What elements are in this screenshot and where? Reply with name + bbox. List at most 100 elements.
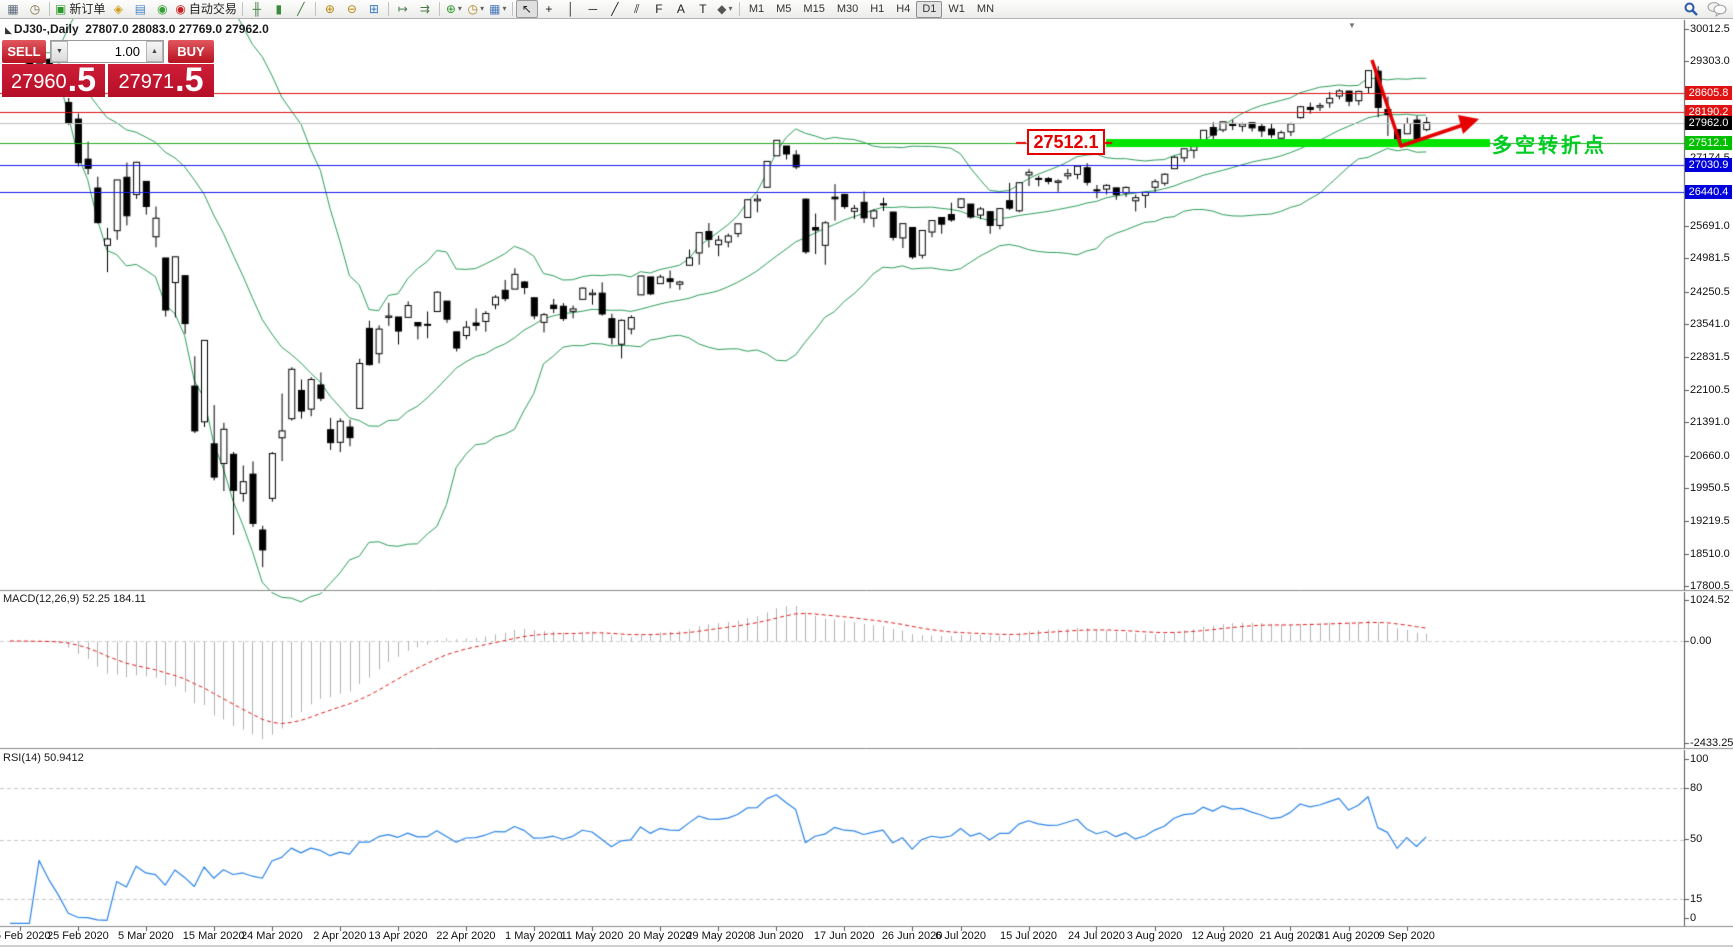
macd-tick-label: -2433.25 [1690, 737, 1733, 749]
autotrading-button[interactable]: ◉ 自动交易 [173, 0, 239, 18]
hline-tool[interactable]: ─ [582, 0, 604, 18]
date-tick-label: 2 Apr 2020 [313, 930, 367, 942]
chart-shift-marker-icon[interactable]: ▼ [1348, 21, 1356, 30]
date-tick-label: 3 Aug 2020 [1126, 930, 1183, 942]
search-icon[interactable] [1683, 1, 1699, 17]
date-tick-label: 15 Jul 2020 [1000, 930, 1057, 942]
note-annotation: 多空转折点 [1492, 135, 1607, 157]
timeframe-w1[interactable]: W1 [942, 1, 971, 18]
sell-price-pips: .5 [67, 61, 96, 99]
date-tick-label: 8 Jun 2020 [749, 930, 804, 942]
date-tick-label: 17 Jun 2020 [813, 930, 875, 942]
zoom-out-icon[interactable]: ⊖ [341, 0, 363, 18]
text-tool[interactable]: A [670, 0, 692, 18]
line-chart-icon[interactable]: ╱ [290, 0, 312, 18]
market-watch-icon[interactable]: ◈ [107, 0, 129, 18]
candlestick-chart-icon[interactable]: ▮ [268, 0, 290, 18]
chart-info-line: ◣ DJ30-,Daily 27807.0 28083.0 27769.0 279… [5, 22, 269, 36]
price-tick-label: 24981.5 [1690, 252, 1730, 265]
date-tick-label: 5 Mar 2020 [117, 930, 174, 942]
data-window-icon[interactable]: ▤ [129, 0, 151, 18]
date-tick-label: 24 Jul 2020 [1067, 930, 1125, 942]
main-toolbar: ▦ ◷ ▣ 新订单 ◈ ▤ ◉ ◉ 自动交易 ╫ ▮ ╱ ⊕ ⊖ ⊞ ↦ ⇉ ⊕ ▾ ◷ ▾ ▦ ▾ ↖ + │ ─ ╱ ⫽ F A T ◆ ▾ M… [0, 0, 1733, 19]
timeframe-m1[interactable]: M1 [743, 1, 770, 18]
profiles-icon[interactable]: ◷ [24, 0, 46, 18]
mt4-window: { "toolbar": { "groups": [ [ {"name":"ne… [0, 0, 1733, 947]
sell-price-main: 27960 [11, 71, 67, 93]
volume-value[interactable]: 1.00 [68, 41, 146, 62]
timeframe-h4[interactable]: H4 [890, 1, 916, 18]
date-tick-label: 29 May 2020 [686, 930, 750, 942]
date-tick-label: 25 Feb 2020 [47, 930, 109, 942]
date-tick-label: 9 Sep 2020 [1378, 930, 1435, 942]
price-tick-label: 22831.5 [1690, 350, 1730, 363]
buy-price[interactable]: 27971.5 [108, 61, 214, 99]
price-tick-label: 29303.0 [1690, 55, 1730, 68]
navigator-icon[interactable]: ◉ [151, 0, 173, 18]
date-tick-label: 6 Jul 2020 [935, 930, 986, 942]
auto-scroll-icon[interactable]: ↦ [392, 0, 414, 18]
toolbar-separator [314, 2, 316, 16]
level-price-label: 27962.0 [1685, 115, 1732, 130]
date-tick-label: 1 May 2020 [505, 930, 563, 942]
zoom-in-icon[interactable]: ⊕ [319, 0, 341, 18]
date-tick-label: 24 Mar 2020 [241, 930, 303, 942]
timeframe-h1[interactable]: H1 [864, 1, 890, 18]
timeframe-d1[interactable]: D1 [916, 0, 943, 18]
price-tick-label: 22100.5 [1690, 383, 1730, 396]
bar-chart-icon[interactable]: ╫ [246, 0, 268, 18]
rsi-tick-label: 50 [1690, 833, 1703, 845]
crosshair-tool[interactable]: + [538, 0, 560, 18]
vline-tool[interactable]: │ [560, 0, 582, 18]
level-price-label: 27512.1 [1685, 136, 1732, 151]
timeframe-mn[interactable]: MN [971, 1, 1000, 18]
price-tick-label: 19950.5 [1690, 481, 1730, 494]
cursor-tool[interactable]: ↖ [515, 0, 538, 18]
buy-button[interactable]: BUY [168, 40, 214, 63]
date-tick-label: 26 Jun 2020 [881, 930, 943, 942]
indicators-icon[interactable]: ⊕ ▾ [443, 0, 465, 18]
toolbar-separator [49, 2, 50, 16]
date-tick-label: 31 Aug 2020 [1317, 930, 1380, 942]
toolbar-separator [387, 2, 389, 16]
rsi-tick-label: 100 [1690, 753, 1709, 765]
level-price-label: 27030.9 [1685, 157, 1732, 172]
timeframe-m15[interactable]: M15 [797, 1, 830, 18]
rsi-tick-label: 0 [1690, 912, 1697, 924]
date-tick-label: 12 Aug 2020 [1191, 930, 1254, 942]
arrows-tool[interactable]: ◆ ▾ [714, 0, 736, 18]
toolbar-separator [438, 2, 440, 16]
text-label-tool[interactable]: T [692, 0, 714, 18]
chart-canvas[interactable] [0, 0, 1733, 947]
volume-decrease-button[interactable]: ▼ [51, 41, 68, 62]
new-chart-icon[interactable]: ▦ [2, 0, 24, 18]
trendline-tool[interactable]: ╱ [604, 0, 626, 18]
volume-increase-button[interactable]: ▲ [146, 41, 163, 62]
chart-shift-icon[interactable]: ⇉ [414, 0, 436, 18]
date-tick-label: 15 Mar 2020 [182, 930, 245, 942]
symbol-marker-icon: ◣ [5, 25, 12, 35]
tile-windows-icon[interactable]: ⊞ [363, 0, 385, 18]
price-tick-label: 24250.5 [1690, 285, 1730, 298]
periods-icon[interactable]: ◷ ▾ [465, 0, 487, 18]
templates-icon[interactable]: ▦ ▾ [487, 0, 509, 18]
ohlc-values: 27807.0 28083.0 27769.0 27962.0 [85, 22, 269, 36]
buy-price-pips: .5 [175, 61, 204, 99]
macd-tick-label: 0.00 [1690, 635, 1712, 647]
price-tick-label: 19219.5 [1690, 515, 1730, 528]
timeframe-m30[interactable]: M30 [831, 1, 864, 18]
fibonacci-tool[interactable]: F [648, 0, 670, 18]
macd-label: MACD(12,26,9) 52.25 184.11 [3, 593, 146, 605]
chat-icon[interactable] [1707, 1, 1727, 17]
sell-button[interactable]: SELL [2, 40, 46, 63]
timeframe-m5[interactable]: M5 [770, 1, 797, 18]
price-tick-label: 23541.0 [1690, 318, 1730, 331]
sell-price[interactable]: 27960.5 [2, 61, 105, 99]
new-order-button[interactable]: ▣ 新订单 [53, 0, 107, 18]
date-tick-label: 20 May 2020 [628, 930, 692, 942]
symbol-period: DJ30-,Daily [13, 22, 79, 36]
level-price-label: 28605.8 [1685, 86, 1732, 101]
toolbar-separator [511, 2, 513, 16]
channel-tool[interactable]: ⫽ [626, 0, 648, 18]
price-tick-label: 21391.0 [1690, 416, 1730, 429]
